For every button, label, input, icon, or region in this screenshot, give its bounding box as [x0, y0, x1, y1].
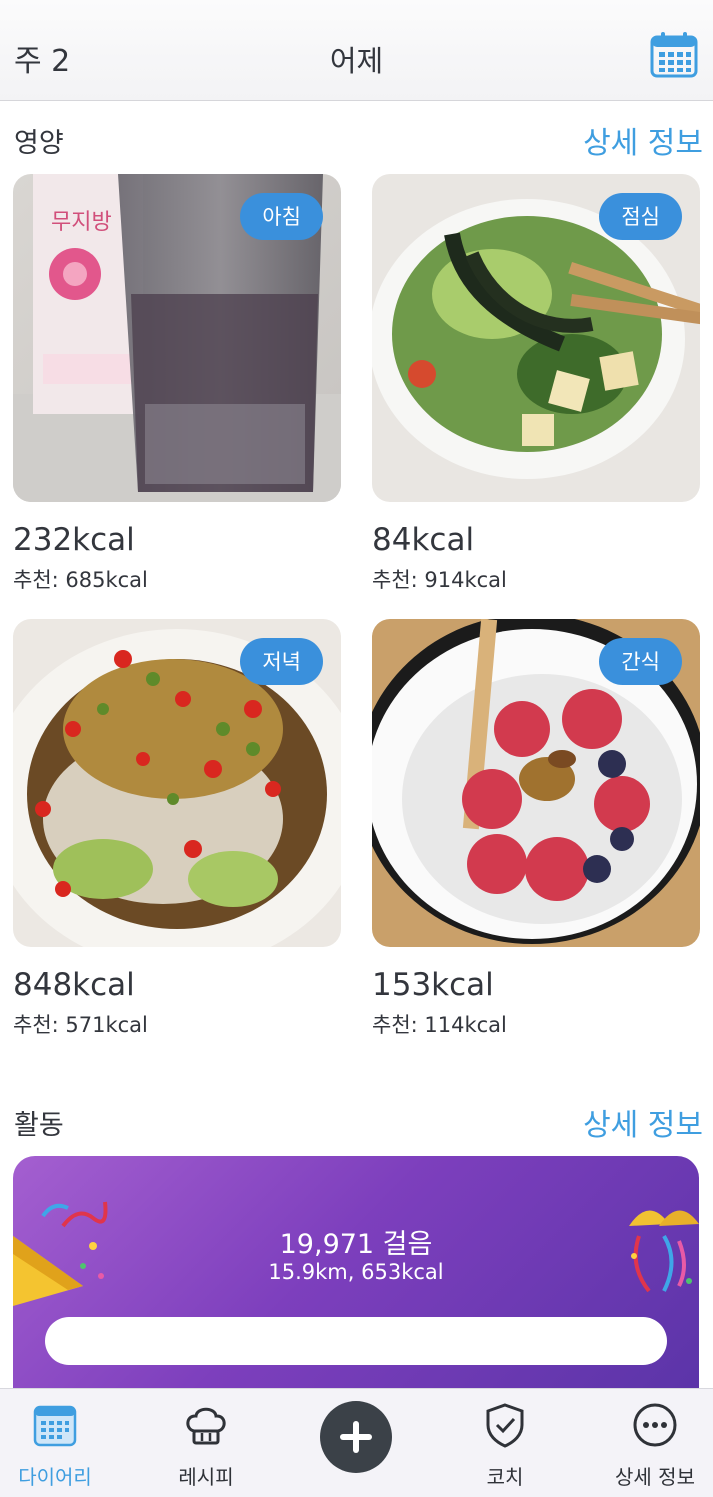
meal-badge: 저녁 — [240, 638, 323, 685]
distance-calories: 15.9km, 653kcal — [268, 1260, 444, 1284]
calendar-icon[interactable] — [650, 30, 698, 78]
meal-recommended: 추천: 914kcal — [372, 568, 507, 592]
activity-card[interactable]: 19,971 걸음 15.9km, 653kcal — [13, 1156, 699, 1396]
meal-recommended: 추천: 685kcal — [13, 568, 148, 592]
meal-kcal: 153kcal — [372, 967, 494, 1003]
activity-title: 활동 — [14, 1110, 64, 1141]
steps-progress-bar — [45, 1317, 667, 1365]
meal-card-lunch[interactable]: 점심 84kcal 추천: 914kcal — [372, 174, 700, 594]
meal-card-breakfast[interactable]: 무지방 아침 232kcal 추천: 685kcal — [13, 174, 341, 594]
meal-card-dinner[interactable]: 저녁 848kcal 추천: 571kcal — [13, 619, 341, 1039]
tab-more[interactable]: 상세 정보 — [595, 1401, 713, 1490]
tab-label: 레시피 — [178, 1465, 234, 1489]
nutrition-title: 영양 — [14, 128, 64, 159]
tab-coach[interactable]: 코치 — [445, 1401, 565, 1490]
breakfast-photo[interactable]: 무지방 아침 — [13, 174, 341, 502]
meal-kcal: 848kcal — [13, 967, 135, 1003]
dinner-photo[interactable]: 저녁 — [13, 619, 341, 947]
page-title: 어제 — [329, 44, 384, 78]
top-bar: 주 2 어제 — [0, 0, 713, 101]
meal-recommended: 추천: 114kcal — [372, 1013, 507, 1037]
steps-count: 19,971 걸음 — [279, 1229, 433, 1260]
shield-check-icon — [486, 1403, 524, 1448]
tab-recipes[interactable]: 레시피 — [146, 1401, 266, 1490]
activity-details-link[interactable]: 상세 정보 — [583, 1100, 703, 1144]
svg-text:무지방: 무지방 — [51, 210, 112, 235]
tab-diary[interactable]: 다이어리 — [0, 1401, 115, 1490]
meal-card-snack[interactable]: 간식 153kcal 추천: 114kcal — [372, 619, 700, 1039]
plus-icon — [340, 1421, 372, 1453]
meal-recommended: 추천: 571kcal — [13, 1013, 148, 1037]
add-entry-button[interactable] — [320, 1401, 392, 1473]
calendar-icon — [33, 1405, 77, 1447]
meal-kcal: 232kcal — [13, 522, 135, 558]
meal-badge: 아침 — [240, 193, 323, 240]
tab-label: 상세 정보 — [615, 1465, 695, 1489]
nutrition-details-link[interactable]: 상세 정보 — [583, 118, 703, 162]
lunch-photo[interactable]: 점심 — [372, 174, 700, 502]
tab-label: 코치 — [486, 1465, 524, 1489]
more-icon — [633, 1403, 677, 1447]
chef-hat-icon — [186, 1407, 226, 1445]
meal-kcal: 84kcal — [372, 522, 475, 558]
meal-badge: 점심 — [599, 193, 682, 240]
bottom-tab-bar: 다이어리 레시피 코치 상세 정보 — [0, 1388, 713, 1497]
snack-photo[interactable]: 간식 — [372, 619, 700, 947]
meal-badge: 간식 — [599, 638, 682, 685]
tab-label: 다이어리 — [18, 1465, 92, 1489]
